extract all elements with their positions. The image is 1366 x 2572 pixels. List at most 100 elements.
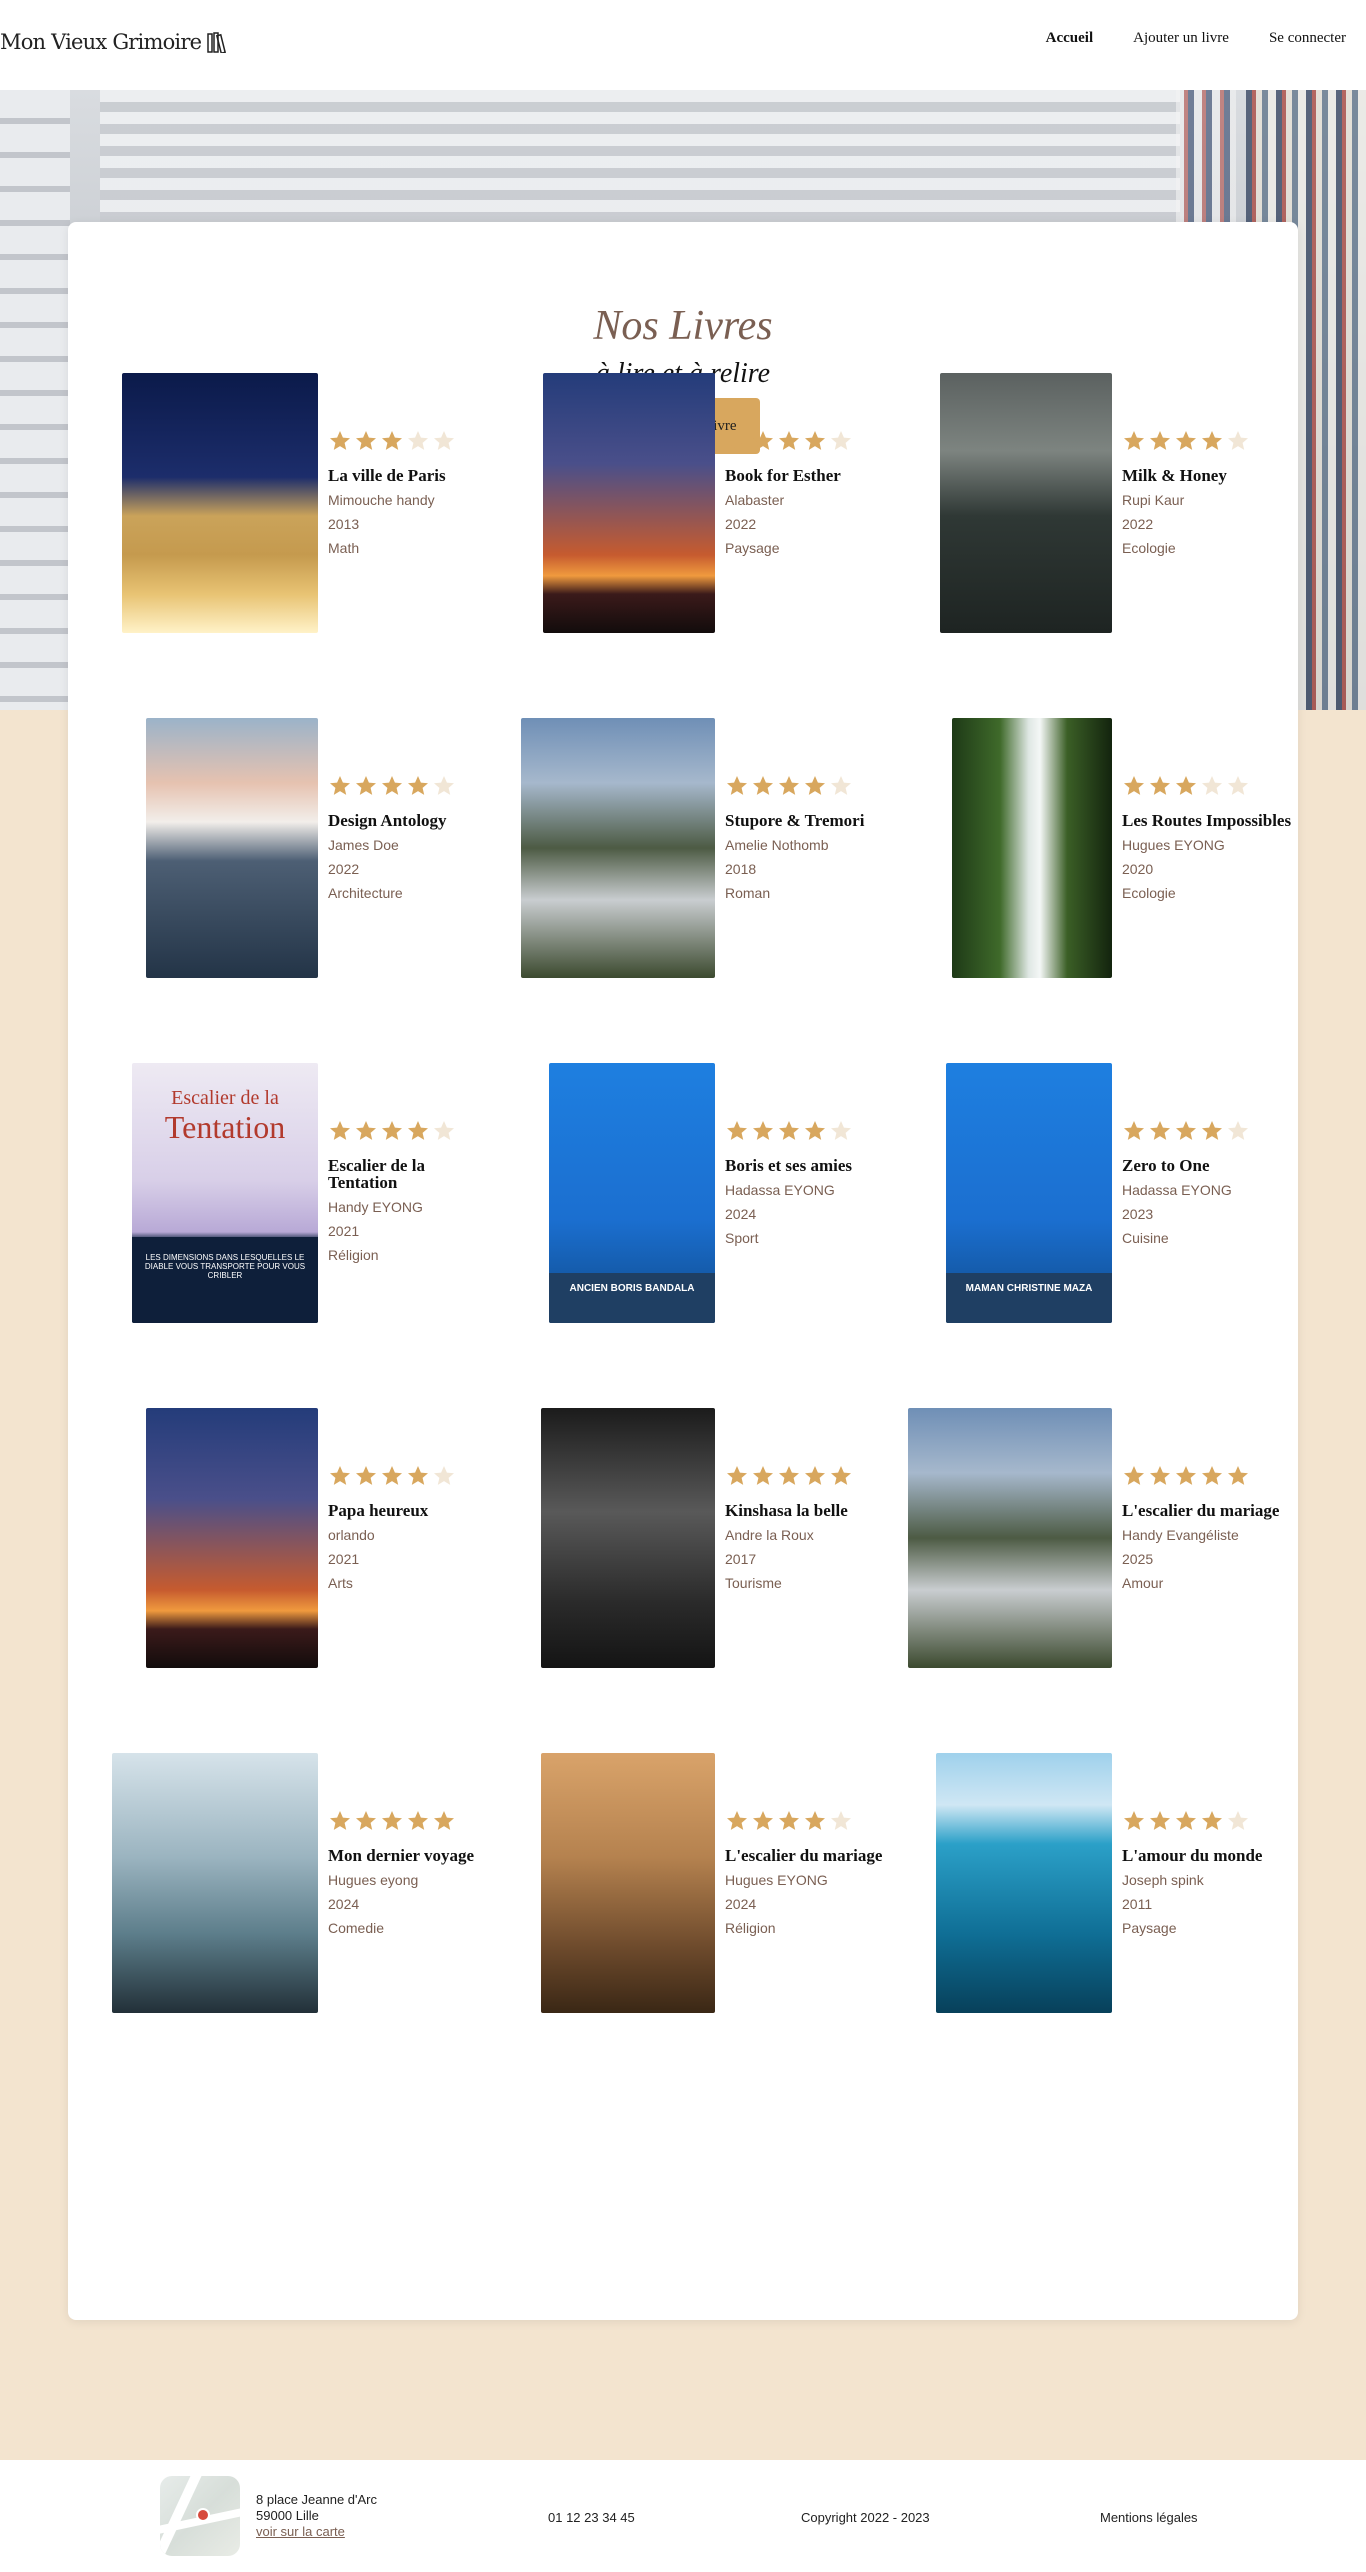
book-cover-image[interactable] <box>541 1408 715 1668</box>
rating-stars <box>328 1809 498 1835</box>
star-filled-icon <box>356 1121 376 1140</box>
book-title[interactable]: L'amour du monde <box>1122 1847 1292 1864</box>
book-title[interactable]: Papa heureux <box>328 1502 498 1519</box>
star-filled-icon <box>1150 1121 1170 1140</box>
book-cover-image[interactable]: ANCIEN BORIS BANDALA <box>549 1063 715 1323</box>
book-cover-image[interactable] <box>543 373 715 633</box>
cover-band-text: MAMAN CHRISTINE MAZA <box>946 1273 1112 1323</box>
book-title[interactable]: Stupore & Tremori <box>725 812 895 829</box>
star-filled-icon <box>1124 1121 1144 1140</box>
book-cover-image[interactable] <box>541 1753 715 2013</box>
star-empty-icon <box>1228 776 1248 795</box>
book-title[interactable]: Boris et ses amies <box>725 1157 895 1174</box>
star-filled-icon <box>1150 776 1170 795</box>
book-info: Design Antology James Doe 2022 Architecture <box>328 774 498 905</box>
book-title[interactable]: Kinshasa la belle <box>725 1502 895 1519</box>
book-title[interactable]: Escalier de la Tentation <box>328 1157 498 1191</box>
star-filled-icon <box>1202 1121 1222 1140</box>
star-filled-icon <box>356 1466 376 1485</box>
book-meta: Joseph spink 2011 Paysage <box>1122 1868 1292 1940</box>
book-card[interactable]: L'escalier du mariage Hugues EYONG 2024 Rél… <box>507 1753 897 2013</box>
book-info: L'amour du monde Joseph spink 2011 Paysage <box>1122 1809 1292 1940</box>
book-title[interactable]: L'escalier du mariage <box>725 1847 895 1864</box>
star-filled-icon <box>356 431 376 450</box>
book-title[interactable]: Zero to One <box>1122 1157 1292 1174</box>
star-filled-icon <box>727 1466 747 1485</box>
book-meta: Alabaster 2022 Paysage <box>725 488 895 560</box>
nav-add-book[interactable]: Ajouter un livre <box>1133 30 1229 47</box>
book-genre: Architecture <box>328 885 403 901</box>
book-card[interactable]: Stupore & Tremori Amelie Nothomb 2018 Roman <box>507 718 897 978</box>
book-title[interactable]: Mon dernier voyage <box>328 1847 498 1864</box>
book-card[interactable]: MAMAN CHRISTINE MAZA Zero to One Hadassa E… <box>904 1063 1294 1323</box>
book-card[interactable]: Escalier de la Tentation LES DIMENSIONS DA… <box>110 1063 500 1323</box>
book-cover-image[interactable] <box>122 373 318 633</box>
star-filled-icon <box>1202 1466 1222 1485</box>
star-empty-icon <box>831 431 851 450</box>
star-filled-icon <box>779 1466 799 1485</box>
book-card[interactable]: Kinshasa la belle Andre la Roux 2017 Touris… <box>507 1408 897 1668</box>
book-cover-image[interactable] <box>940 373 1112 633</box>
book-title[interactable]: Les Routes Impossibles <box>1122 812 1292 829</box>
book-meta: Amelie Nothomb 2018 Roman <box>725 833 895 905</box>
book-title[interactable]: Design Antology <box>328 812 498 829</box>
map-link[interactable]: voir sur la carte <box>256 2524 345 2539</box>
book-genre: Math <box>328 540 360 556</box>
star-empty-icon <box>831 776 851 795</box>
book-info: Mon dernier voyage Hugues eyong 2024 Comedi… <box>328 1809 498 1940</box>
book-info: Boris et ses amies Hadassa EYONG 2024 Sport <box>725 1119 895 1250</box>
book-card[interactable]: L'escalier du mariage Handy Evangéliste 20… <box>904 1408 1294 1668</box>
map-thumbnail[interactable] <box>160 2476 240 2556</box>
book-cover-image[interactable] <box>146 718 318 978</box>
book-year: 2020 <box>1122 861 1154 877</box>
star-filled-icon <box>382 431 402 450</box>
book-card[interactable]: ANCIEN BORIS BANDALA Boris et ses amies Ha… <box>507 1063 897 1323</box>
book-card[interactable]: Design Antology James Doe 2022 Architecture <box>110 718 500 978</box>
book-title[interactable]: Book for Esther <box>725 467 895 484</box>
star-filled-icon <box>1176 431 1196 450</box>
book-card[interactable]: Mon dernier voyage Hugues eyong 2024 Comedi… <box>110 1753 500 2013</box>
star-filled-icon <box>356 1811 376 1830</box>
book-title[interactable]: La ville de Paris <box>328 467 498 484</box>
book-cover-image[interactable] <box>908 1408 1112 1668</box>
book-card[interactable]: Book for Esther Alabaster 2022 Paysage <box>507 373 897 633</box>
books-panel: Nos Livres à lire et à relire + Ajouter … <box>68 222 1298 2320</box>
star-filled-icon <box>753 1121 773 1140</box>
book-cover-image[interactable] <box>112 1753 318 2013</box>
legal-link[interactable]: Mentions légales <box>1100 2510 1198 2525</box>
star-filled-icon <box>330 1466 350 1485</box>
book-meta: Hadassa EYONG 2023 Cuisine <box>1122 1178 1292 1250</box>
book-cover-image[interactable] <box>521 718 715 978</box>
book-genre: Tourisme <box>725 1575 782 1591</box>
book-year: 2013 <box>328 516 360 532</box>
books-icon <box>207 32 227 53</box>
star-filled-icon <box>330 1811 350 1830</box>
book-title[interactable]: L'escalier du mariage <box>1122 1502 1292 1519</box>
book-cover-image[interactable]: MAMAN CHRISTINE MAZA <box>946 1063 1112 1323</box>
book-card[interactable]: La ville de Paris Mimouche handy 2013 Math <box>110 373 500 633</box>
book-cover-image[interactable] <box>952 718 1112 978</box>
star-filled-icon <box>1202 1811 1222 1830</box>
star-filled-icon <box>753 1811 773 1830</box>
star-filled-icon <box>779 1811 799 1830</box>
page-title: Nos Livres <box>593 303 773 349</box>
star-filled-icon <box>1176 776 1196 795</box>
star-empty-icon <box>831 1811 851 1830</box>
address-line-1: 8 place Jeanne d'Arc <box>256 2492 378 2507</box>
book-card[interactable]: L'amour du monde Joseph spink 2011 Paysage <box>904 1753 1294 2013</box>
book-title[interactable]: Milk & Honey <box>1122 467 1292 484</box>
book-card[interactable]: Papa heureux orlando 2021 Arts <box>110 1408 500 1668</box>
book-card[interactable]: Les Routes Impossibles Hugues EYONG 2020 Ec… <box>904 718 1294 978</box>
book-cover-image[interactable] <box>146 1408 318 1668</box>
nav-home[interactable]: Accueil <box>1046 30 1093 47</box>
logo[interactable]: Mon Vieux Grimoire <box>0 30 227 54</box>
book-cover-image[interactable]: Escalier de la Tentation LES DIMENSIONS DA… <box>132 1063 318 1323</box>
book-card[interactable]: Milk & Honey Rupi Kaur 2022 Ecologie <box>904 373 1294 633</box>
star-filled-icon <box>408 1466 428 1485</box>
book-genre: Amour <box>1122 1575 1164 1591</box>
book-cover-image[interactable] <box>936 1753 1112 2013</box>
rating-stars <box>1122 1119 1292 1145</box>
book-author: Rupi Kaur <box>1122 492 1185 508</box>
nav-login[interactable]: Se connecter <box>1269 30 1346 47</box>
book-author: Mimouche handy <box>328 492 435 508</box>
